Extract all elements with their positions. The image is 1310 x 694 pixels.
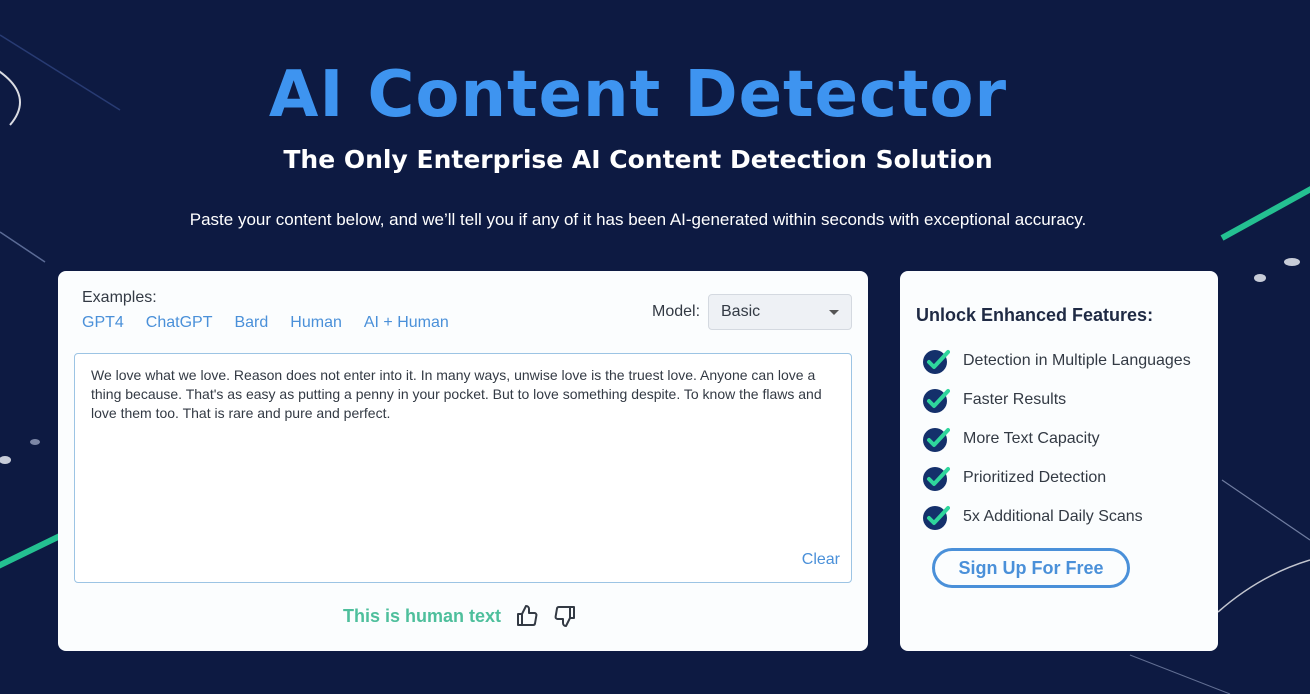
feature-item: Faster Results (922, 380, 1191, 419)
check-circle-icon (923, 466, 950, 491)
result-text: This is human text (343, 605, 502, 626)
chevron-down-icon (829, 309, 839, 315)
model-select[interactable]: Basic (708, 294, 852, 330)
page-title: AI Content Detector (268, 58, 1008, 132)
feature-item: More Text Capacity (922, 419, 1191, 458)
examples-label: Examples: (82, 289, 157, 306)
feature-label: 5x Additional Daily Scans (963, 507, 1143, 525)
clear-button[interactable]: Clear (802, 551, 840, 569)
check-circle-icon (923, 427, 950, 452)
features-card: Unlock Enhanced Features: Detection in M… (900, 271, 1218, 651)
example-gpt4-link[interactable]: GPT4 (82, 314, 124, 332)
feature-label: Detection in Multiple Languages (963, 351, 1191, 369)
features-title: Unlock Enhanced Features: (916, 305, 1154, 325)
check-circle-icon (923, 505, 950, 530)
examples-list: GPT4 ChatGPT Bard Human AI + Human (82, 314, 449, 332)
model-select-value: Basic (721, 303, 761, 320)
example-chatgpt-link[interactable]: ChatGPT (146, 314, 213, 332)
feature-item: Prioritized Detection (922, 458, 1191, 497)
page-description: Paste your content below, and we’ll tell… (189, 210, 1087, 229)
feature-item: Detection in Multiple Languages (922, 341, 1191, 380)
check-circle-icon (923, 349, 950, 374)
sign-up-button[interactable]: Sign Up For Free (932, 548, 1130, 588)
example-bard-link[interactable]: Bard (234, 314, 268, 332)
thumbs-up-icon[interactable] (515, 604, 539, 628)
feature-list: Detection in Multiple Languages Faster R… (922, 341, 1191, 536)
example-human-link[interactable]: Human (290, 314, 342, 332)
page-subtitle: The Only Enterprise AI Content Detection… (283, 145, 993, 174)
content-input[interactable]: We love what we love. Reason does not en… (74, 353, 852, 583)
detector-card: Examples: GPT4 ChatGPT Bard Human AI + H… (58, 271, 868, 651)
example-ai-human-link[interactable]: AI + Human (364, 314, 449, 332)
result-row: This is human text (343, 604, 577, 628)
check-circle-icon (923, 388, 950, 413)
model-label: Model: (652, 303, 701, 320)
feature-label: More Text Capacity (963, 429, 1100, 447)
feature-label: Faster Results (963, 390, 1067, 408)
thumbs-down-icon[interactable] (553, 604, 577, 628)
feature-label: Prioritized Detection (963, 468, 1107, 486)
feature-item: 5x Additional Daily Scans (922, 497, 1191, 536)
